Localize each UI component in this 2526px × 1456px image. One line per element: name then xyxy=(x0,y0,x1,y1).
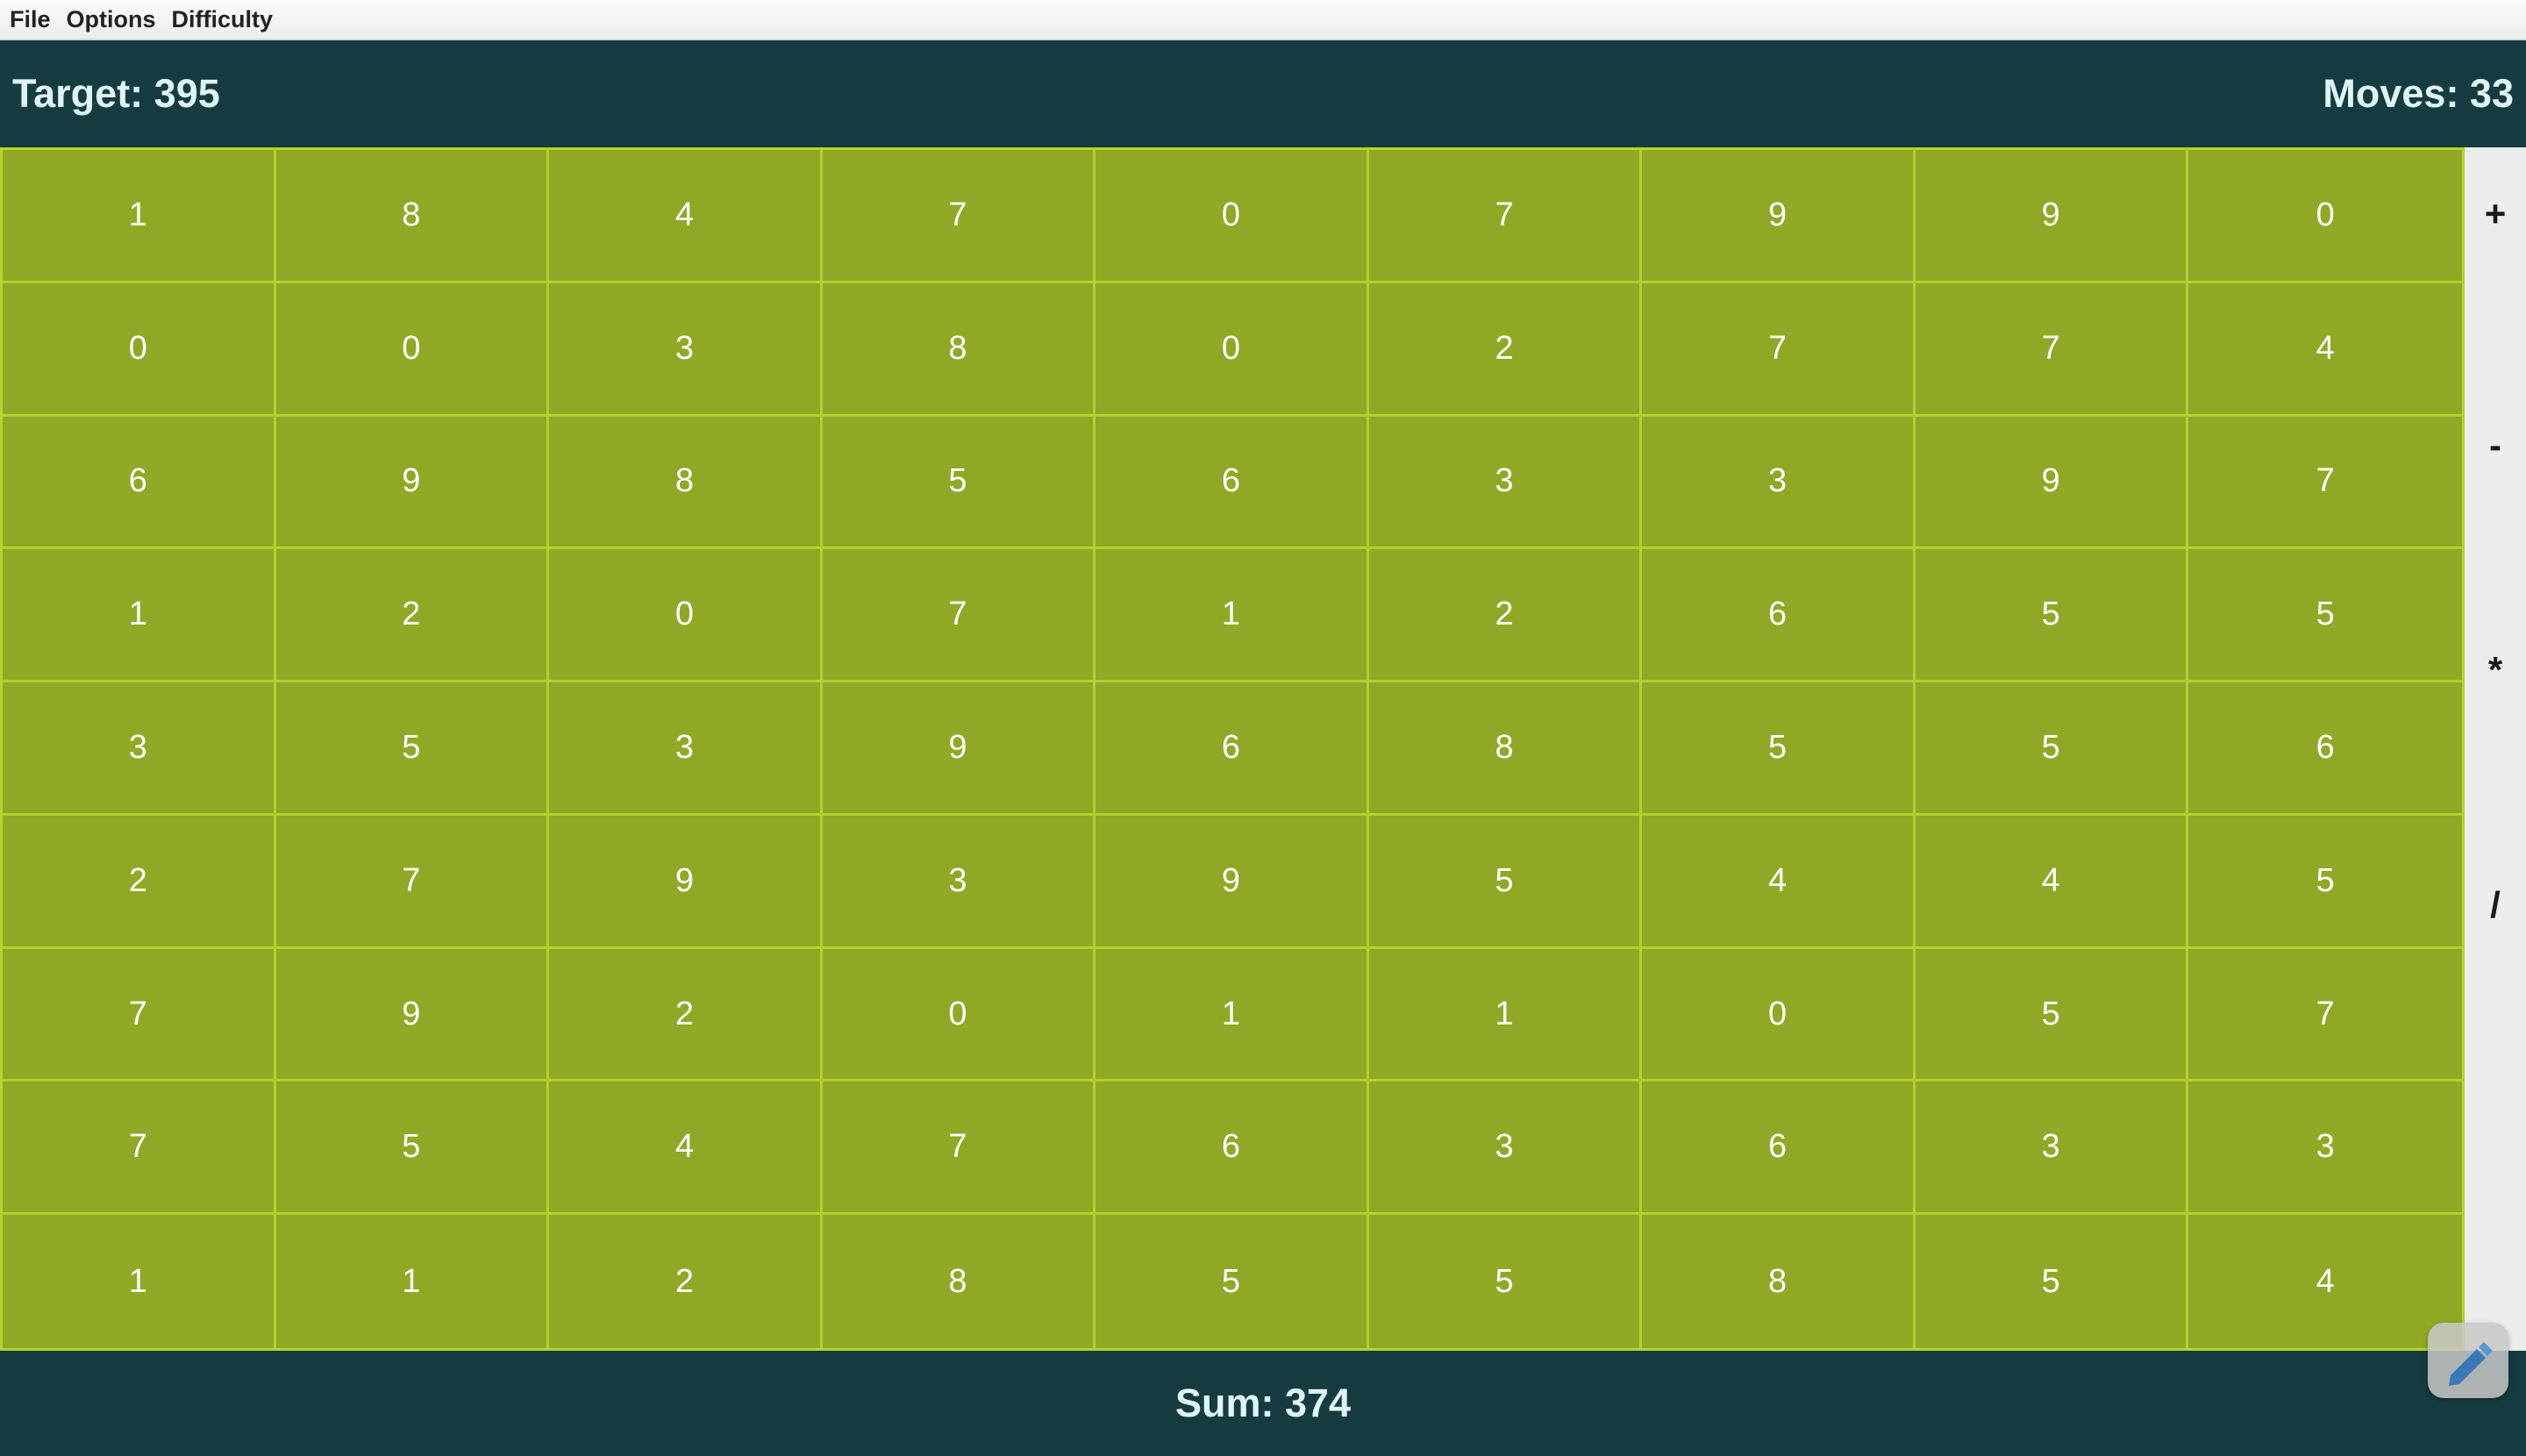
grid-cell-r9-c1[interactable]: 1 xyxy=(3,1215,276,1348)
grid-cell-r5-c6[interactable]: 8 xyxy=(1368,682,1643,816)
grid-cell-r8-c7[interactable]: 6 xyxy=(1642,1081,1916,1216)
grid-cell-r4-c7[interactable]: 6 xyxy=(1642,549,1916,683)
grid-cell-r2-c7[interactable]: 7 xyxy=(1642,282,1916,417)
grid-cell-r9-c9[interactable]: 4 xyxy=(2188,1215,2462,1348)
menu-file[interactable]: File xyxy=(5,6,62,33)
grid-cell-r4-c1[interactable]: 1 xyxy=(3,549,276,683)
grid-cell-r8-c3[interactable]: 4 xyxy=(549,1081,823,1216)
subtract-operator-button[interactable]: - xyxy=(2465,425,2526,467)
target-label: Target: 395 xyxy=(12,71,220,116)
grid-cell-r9-c2[interactable]: 1 xyxy=(276,1215,550,1348)
grid-cell-r9-c7[interactable]: 8 xyxy=(1642,1215,1916,1348)
grid-cell-r4-c8[interactable]: 5 xyxy=(1915,549,2189,683)
grid-cell-r5-c9[interactable]: 6 xyxy=(2188,682,2462,816)
grid-cell-r7-c1[interactable]: 7 xyxy=(3,948,276,1082)
grid-cell-r5-c4[interactable]: 9 xyxy=(822,682,1096,816)
number-grid: 1847079900038027746985633971207126553539… xyxy=(0,147,2465,1351)
grid-cell-r7-c5[interactable]: 1 xyxy=(1095,948,1369,1082)
grid-cell-r7-c9[interactable]: 7 xyxy=(2188,949,2462,1082)
grid-cell-r1-c5[interactable]: 0 xyxy=(1095,150,1369,283)
menu-options[interactable]: Options xyxy=(62,6,168,33)
grid-cell-r1-c3[interactable]: 4 xyxy=(549,150,823,283)
grid-cell-r7-c6[interactable]: 1 xyxy=(1368,948,1643,1082)
grid-cell-r7-c4[interactable]: 0 xyxy=(822,948,1096,1082)
grid-cell-r3-c6[interactable]: 3 xyxy=(1368,416,1643,550)
grid-cell-r3-c9[interactable]: 7 xyxy=(2188,417,2462,550)
moves-label: Moves: 33 xyxy=(2323,71,2514,116)
menu-bar: File Options Difficulty xyxy=(0,0,2526,40)
grid-cell-r1-c9[interactable]: 0 xyxy=(2188,150,2462,283)
multiply-operator-button[interactable]: * xyxy=(2465,649,2526,691)
grid-cell-r6-c3[interactable]: 9 xyxy=(549,815,823,949)
pencil-icon-graphic xyxy=(2449,1342,2493,1386)
grid-cell-r9-c4[interactable]: 8 xyxy=(823,1215,1096,1348)
grid-cell-r8-c2[interactable]: 5 xyxy=(275,1081,550,1216)
add-operator-button[interactable]: + xyxy=(2465,193,2526,235)
status-header: Target: 395 Moves: 33 xyxy=(0,40,2526,147)
grid-cell-r3-c3[interactable]: 8 xyxy=(549,416,823,550)
grid-cell-r2-c6[interactable]: 2 xyxy=(1368,282,1643,417)
grid-cell-r9-c3[interactable]: 2 xyxy=(549,1215,823,1348)
grid-cell-r1-c7[interactable]: 9 xyxy=(1642,150,1916,283)
grid-cell-r7-c7[interactable]: 0 xyxy=(1642,948,1916,1082)
grid-cell-r3-c8[interactable]: 9 xyxy=(1915,416,2189,550)
grid-cell-r6-c9[interactable]: 5 xyxy=(2188,816,2462,949)
grid-cell-r8-c5[interactable]: 6 xyxy=(1095,1081,1369,1216)
grid-cell-r9-c8[interactable]: 5 xyxy=(1916,1215,2189,1348)
grid-cell-r4-c4[interactable]: 7 xyxy=(822,549,1096,683)
grid-cell-r1-c8[interactable]: 9 xyxy=(1915,150,2189,283)
grid-cell-r5-c8[interactable]: 5 xyxy=(1915,682,2189,816)
grid-cell-r6-c4[interactable]: 3 xyxy=(822,815,1096,949)
grid-cell-r8-c8[interactable]: 3 xyxy=(1915,1081,2189,1216)
grid-cell-r5-c2[interactable]: 5 xyxy=(275,682,550,816)
grid-cell-r2-c3[interactable]: 3 xyxy=(549,282,823,417)
grid-cell-r1-c2[interactable]: 8 xyxy=(275,150,550,283)
grid-cell-r1-c1[interactable]: 1 xyxy=(3,150,276,283)
grid-cell-r6-c5[interactable]: 9 xyxy=(1095,815,1369,949)
grid-cell-r2-c2[interactable]: 0 xyxy=(275,282,550,417)
footer-bar: Sum: 374 xyxy=(0,1351,2526,1456)
grid-cell-r6-c1[interactable]: 2 xyxy=(3,815,276,949)
grid-cell-r2-c9[interactable]: 4 xyxy=(2188,283,2462,417)
grid-cell-r1-c6[interactable]: 7 xyxy=(1368,150,1643,283)
grid-cell-r3-c2[interactable]: 9 xyxy=(275,416,550,550)
grid-cell-r8-c6[interactable]: 3 xyxy=(1368,1081,1643,1216)
grid-cell-r2-c1[interactable]: 0 xyxy=(3,282,276,417)
grid-cell-r7-c3[interactable]: 2 xyxy=(549,948,823,1082)
grid-cell-r9-c5[interactable]: 5 xyxy=(1095,1215,1369,1348)
grid-cell-r5-c5[interactable]: 6 xyxy=(1095,682,1369,816)
grid-cell-r4-c3[interactable]: 0 xyxy=(549,549,823,683)
grid-cell-r7-c2[interactable]: 9 xyxy=(275,948,550,1082)
operator-panel: + - * / xyxy=(2465,147,2526,1351)
grid-cell-r2-c4[interactable]: 8 xyxy=(822,282,1096,417)
grid-cell-r5-c1[interactable]: 3 xyxy=(3,682,276,816)
grid-cell-r3-c1[interactable]: 6 xyxy=(3,416,276,550)
grid-cell-r4-c5[interactable]: 1 xyxy=(1095,549,1369,683)
divide-operator-button[interactable]: / xyxy=(2465,884,2526,926)
grid-cell-r9-c6[interactable]: 5 xyxy=(1369,1215,1643,1348)
grid-cell-r3-c7[interactable]: 3 xyxy=(1642,416,1916,550)
sum-label: Sum: 374 xyxy=(1174,1381,1352,1425)
grid-cell-r6-c6[interactable]: 5 xyxy=(1368,815,1643,949)
grid-cell-r1-c4[interactable]: 7 xyxy=(822,150,1096,283)
grid-cell-r6-c8[interactable]: 4 xyxy=(1915,815,2189,949)
menu-difficulty[interactable]: Difficulty xyxy=(168,6,285,33)
grid-cell-r7-c8[interactable]: 5 xyxy=(1915,948,2189,1082)
grid-cell-r4-c2[interactable]: 2 xyxy=(275,549,550,683)
grid-cell-r5-c7[interactable]: 5 xyxy=(1642,682,1916,816)
grid-cell-r4-c6[interactable]: 2 xyxy=(1368,549,1643,683)
grid-cell-r2-c5[interactable]: 0 xyxy=(1095,282,1369,417)
grid-cell-r5-c3[interactable]: 3 xyxy=(549,682,823,816)
grid-cell-r8-c9[interactable]: 3 xyxy=(2188,1081,2462,1216)
grid-cell-r8-c1[interactable]: 7 xyxy=(3,1081,276,1216)
grid-cell-r2-c8[interactable]: 7 xyxy=(1915,282,2189,417)
grid-cell-r8-c4[interactable]: 7 xyxy=(822,1081,1096,1216)
grid-cell-r6-c7[interactable]: 4 xyxy=(1642,815,1916,949)
grid-cell-r6-c2[interactable]: 7 xyxy=(275,815,550,949)
grid-cell-r3-c4[interactable]: 5 xyxy=(822,416,1096,550)
grid-cell-r4-c9[interactable]: 5 xyxy=(2188,549,2462,683)
pencil-icon[interactable] xyxy=(2428,1323,2508,1398)
grid-cell-r3-c5[interactable]: 6 xyxy=(1095,416,1369,550)
